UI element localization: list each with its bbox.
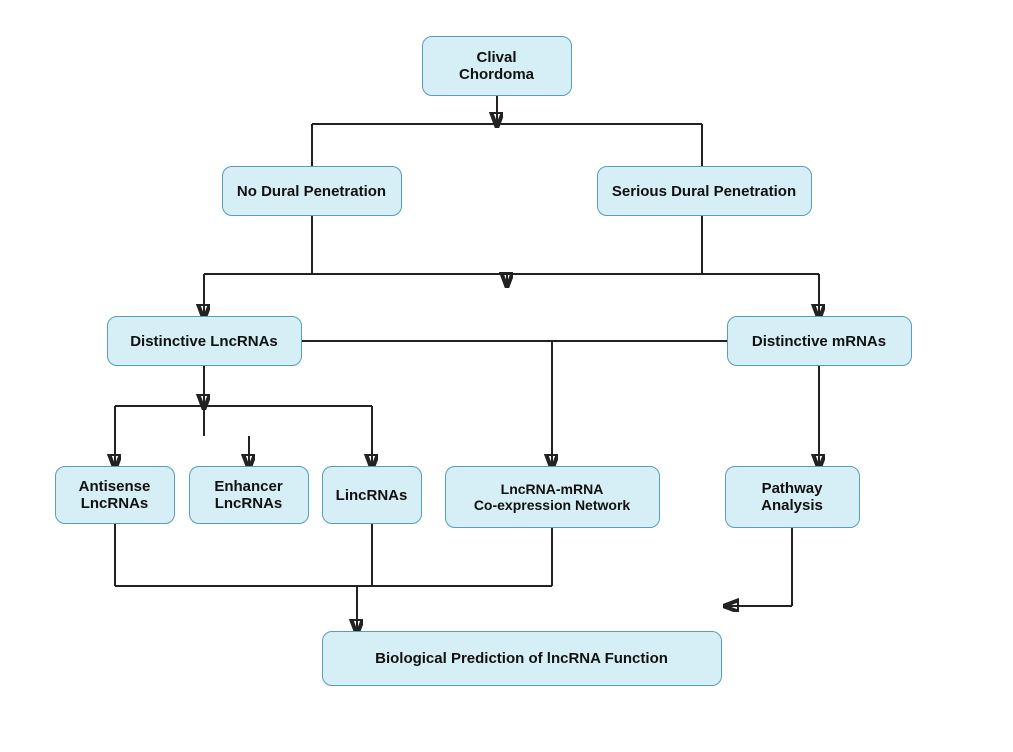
no-dural-node: No Dural Penetration [222,166,402,216]
clival-chordoma-node: ClivalChordoma [422,36,572,96]
enhancer-node: EnhancerLncRNAs [189,466,309,524]
distinctive-mrna-node: Distinctive mRNAs [727,316,912,366]
connection-lines [27,16,987,736]
diagram-container: ClivalChordoma No Dural Penetration Seri… [27,16,987,736]
lincrnas-node: LincRNAs [322,466,422,524]
biological-node: Biological Prediction of lncRNA Function [322,631,722,686]
antisense-node: AntisenseLncRNAs [55,466,175,524]
serious-dural-node: Serious Dural Penetration [597,166,812,216]
pathway-node: PathwayAnalysis [725,466,860,528]
distinctive-lnc-node: Distinctive LncRNAs [107,316,302,366]
coexpression-node: LncRNA-mRNACo-expression Network [445,466,660,528]
